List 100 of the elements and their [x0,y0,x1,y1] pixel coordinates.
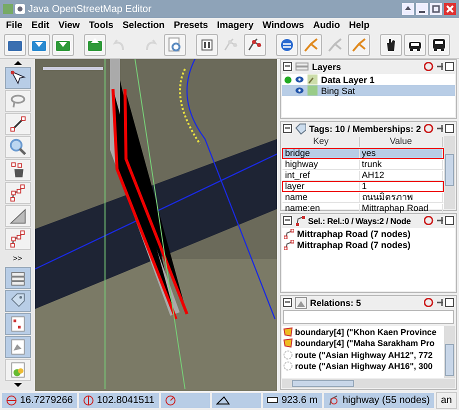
panel-toggle-button[interactable] [4,336,30,358]
relation-item[interactable]: boundary[4] ("Maha Sarakham Pro [282,338,444,349]
map-tool-button[interactable] [4,113,30,135]
longitude-icon [82,394,94,406]
collapse-icon[interactable] [283,298,292,307]
panel-title: Sel.: Rel.:0 / Ways:2 / Node [308,216,411,226]
panel-toggle-button[interactable] [4,313,30,335]
horizontal-scrollbar[interactable] [282,379,455,388]
delete-icon [8,161,26,179]
status-field: an [436,392,457,408]
tag-row[interactable]: layer 1 [282,181,444,192]
collapse-icon[interactable] [283,216,292,225]
layers-icon [8,269,26,287]
way-icon [8,230,26,248]
menu-item[interactable]: Windows [262,20,304,30]
lasso-icon [8,92,26,110]
toolbar-button[interactable] [428,34,450,56]
menu-item[interactable]: Selection [122,20,165,30]
menu-item[interactable]: Edit [31,20,50,30]
menu-item[interactable]: Presets [174,20,208,30]
menu-item[interactable]: View [58,20,80,30]
more-tools-label[interactable]: >> [12,254,22,263]
zoom-icon [8,138,26,156]
toolbar-button[interactable] [404,34,426,56]
line-icon [8,115,26,133]
layer-row[interactable]: Data Layer 1 [282,74,455,85]
panel-buttons-icon[interactable] [424,298,454,307]
latitude-icon [6,394,17,406]
ruler-icon [267,397,278,403]
data-layer-icon [307,74,318,85]
panel-buttons-icon[interactable] [424,124,454,133]
menu-item[interactable]: Audio [313,20,340,30]
scrollbar[interactable] [444,136,455,209]
relation-item[interactable]: route ("Asian Highway AH16", 300 [282,360,444,372]
collapse-icon[interactable] [283,62,292,71]
panel-toggle-button[interactable] [4,290,30,312]
app-icon [3,3,25,15]
column-header[interactable]: Key [283,137,360,147]
relation-item[interactable]: route ("Asian Highway AH12", 772 [282,349,444,360]
route-icon [283,350,293,360]
relation-icon [8,338,26,356]
panel-buttons-icon[interactable] [424,62,454,71]
select-icon [8,69,26,87]
layer-row[interactable]: Bing Sat [282,85,455,96]
panel-title: Tags: 10 / Memberships: 2 [309,124,421,134]
distance-field: 923.6 m [263,392,322,408]
angle-icon [216,395,230,405]
heading-icon [164,394,176,406]
undo-icon [111,37,127,53]
close-icon[interactable] [444,3,456,15]
way-icon [328,394,340,406]
tag-row[interactable]: bridge yes [282,148,444,159]
maximize-icon[interactable] [430,3,442,15]
tag-row[interactable]: highway trunk [282,159,444,170]
column-header[interactable]: Value [360,137,443,147]
toolbar-button[interactable] [244,34,266,56]
eye-icon[interactable] [295,87,304,94]
redo-icon [143,37,159,53]
way-icon [295,214,305,226]
upload-icon [87,37,103,53]
filter-field[interactable] [283,310,454,324]
map-tool-button[interactable] [4,67,30,89]
menu-item[interactable]: Help [349,20,370,30]
eye-icon[interactable] [295,76,304,83]
zoom-icon [167,37,183,53]
toolbar-button[interactable] [196,34,218,56]
boundary-icon [283,338,293,348]
panel-title: Layers [312,62,342,72]
pin-icon[interactable] [402,3,414,15]
bus-icon [431,37,447,53]
menu-item[interactable]: Imagery [217,20,254,30]
map-tool-button[interactable] [4,159,30,181]
panel-buttons-icon[interactable] [424,216,454,225]
tag-row[interactable]: int_ref AH12 [282,170,444,181]
toolbar-button[interactable] [380,34,402,56]
selected-way-item[interactable]: Mittraphap Road (7 nodes) [282,239,455,250]
panel-toggle-button[interactable] [4,267,30,289]
tag-row[interactable]: name ถนนมิตรภาพ [282,192,444,203]
selection-icon [8,315,26,333]
map-drawing[interactable] [35,59,277,391]
relation-item[interactable]: boundary[4] ("Khon Kaen Province [282,326,444,338]
minimize-icon[interactable] [416,3,428,15]
latitude-field: 16.7279266 [2,392,77,408]
window-title: Java OpenStreetMap Editor [28,4,152,14]
imagery-layer-icon [307,85,318,96]
boundary-icon [283,326,293,337]
route-icon [283,361,293,372]
longitude-field: 102.8041511 [78,392,158,408]
conflict-icon [8,361,26,379]
way-icon [8,184,26,202]
tag-icon [8,292,26,310]
triangle-icon [8,207,26,225]
feature-field: highway (55 nodes) [324,392,434,408]
collapse-icon[interactable] [283,124,292,133]
selected-way-item[interactable]: Mittraphap Road (7 nodes) [282,228,455,239]
panel-title: Relations: 5 [310,298,362,308]
menu-item[interactable]: File [6,20,22,30]
scrollbar[interactable] [444,326,455,378]
panel-toggle-button[interactable] [4,359,30,381]
menu-item[interactable]: Tools [88,20,114,30]
